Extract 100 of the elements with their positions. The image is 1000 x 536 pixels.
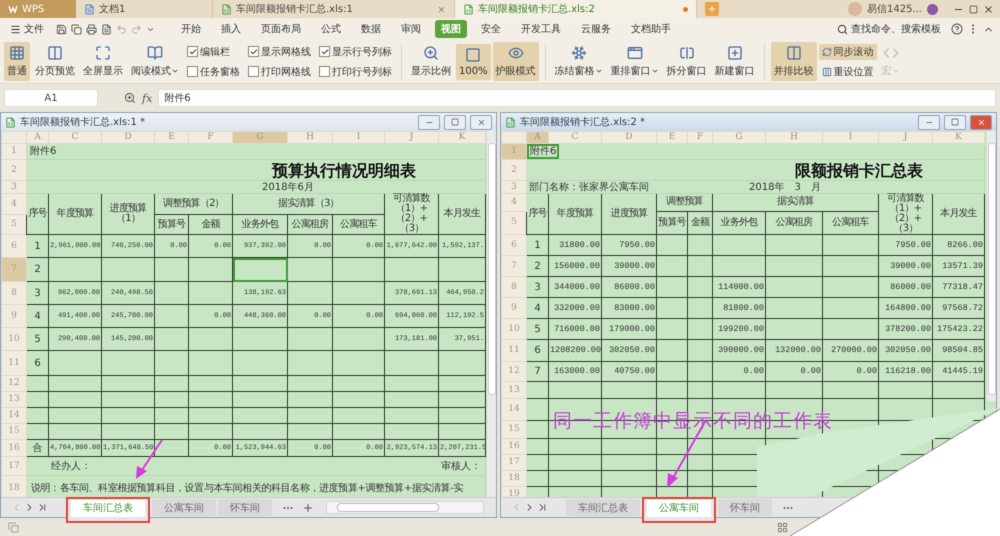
checkbox[interactable]: 显示网格线 [248, 44, 311, 58]
menu-tab[interactable]: 数据 [355, 20, 387, 38]
table-header: 可清算数（1）+（2）+（3） [384, 194, 438, 234]
menu-tab[interactable]: 开发工具 [515, 20, 567, 38]
vertical-scrollbar[interactable] [987, 131, 996, 401]
sheet-tab[interactable]: 公寓车间 [647, 500, 711, 516]
table-cell: 39000.00 [878, 256, 932, 276]
zoom-icon[interactable] [124, 92, 136, 104]
row-header: 18 [502, 470, 526, 486]
view-button[interactable]: 全屏显示 [80, 42, 126, 81]
table-cell: 31800.00 [548, 234, 602, 256]
sheet-tab[interactable]: 车间汇总表 [71, 500, 145, 516]
table-cell: 3 [526, 276, 548, 298]
table-header: 调整预算（2） [154, 194, 232, 215]
menu-tab[interactable]: 安全 [475, 20, 507, 38]
table-cell: 716000.00 [548, 318, 602, 340]
document-icon [84, 4, 95, 14]
menu-tab[interactable]: 页面布局 [255, 20, 307, 38]
table-header: 公寓租房 [766, 211, 822, 234]
tool-button[interactable]: 并排比较 [770, 42, 817, 81]
tool-button[interactable]: 重排窗口 [608, 42, 662, 81]
vertical-scrollbar[interactable] [487, 131, 496, 497]
view-button[interactable]: 普通 [4, 42, 30, 81]
row-header: 2 [502, 160, 526, 180]
checkbox[interactable]: 编辑栏 [187, 44, 240, 58]
menu-tab[interactable]: 云服务 [575, 20, 617, 38]
table-cell: 5 [526, 318, 548, 340]
last-sheet-icon[interactable] [537, 502, 548, 513]
checkbox[interactable]: 打印网格线 [248, 64, 311, 78]
last-sheet-icon[interactable] [37, 502, 48, 513]
preview-icon[interactable] [101, 24, 112, 34]
row-header: 1 [502, 144, 526, 160]
name-box[interactable]: A1 [4, 89, 98, 107]
tool-icon [423, 45, 439, 61]
sheet-tab[interactable]: 公寓车间 [152, 499, 216, 516]
close-button[interactable] [970, 114, 992, 130]
tool-button[interactable]: 新建窗口 [712, 42, 758, 81]
row-header: 17 [2, 456, 26, 476]
tool-button[interactable]: 冻结窗格 [552, 42, 606, 81]
minimize-button[interactable] [918, 114, 940, 130]
view-icon [147, 45, 163, 61]
row-header: 12 [2, 376, 26, 392]
row-header: 8 [2, 282, 26, 304]
close-icon[interactable] [437, 4, 446, 14]
save-icon[interactable] [56, 24, 67, 34]
table-cell: 4 [26, 304, 48, 328]
table-cell: 77318.47 [932, 276, 984, 298]
spreadsheet-icon [505, 116, 516, 128]
tool-button[interactable]: 100% [456, 44, 491, 80]
formula-field[interactable]: 附件6 [158, 89, 996, 107]
sheet-tab[interactable]: 车间汇总表 [566, 499, 640, 516]
menu-tab[interactable]: 文档助手 [625, 20, 677, 38]
horizontal-scrollbar[interactable] [326, 501, 484, 514]
menu-tab[interactable]: 插入 [215, 20, 247, 38]
search-command-link[interactable]: 查找命令、搜索模板 [837, 22, 941, 36]
menu-tab[interactable]: 审阅 [395, 20, 427, 38]
note-text: 说明：各车间、科室根据预算科目，设置与本车间相关的科目名称，进度预算+调整预算+据实清算-实 [30, 483, 463, 494]
table-header: 本月发生 [438, 194, 486, 234]
table-cell: 97568.72 [932, 298, 984, 318]
grid-view-icon[interactable] [777, 522, 788, 532]
close-button[interactable] [470, 114, 492, 130]
add-sheet-icon[interactable] [302, 502, 314, 514]
row-header: 14 [502, 398, 526, 420]
checkbox[interactable]: 任务窗格 [187, 64, 240, 78]
tab-label: 车间限额报销卡汇总.xls:1 [236, 2, 353, 16]
file-menu[interactable]: 文件 [6, 20, 48, 38]
help-icon[interactable] [951, 23, 963, 35]
table-header: 据实清算（3） [232, 194, 384, 215]
sheet-tab[interactable]: 怀车间 [218, 499, 272, 516]
table-cell: 390000.00 [712, 340, 766, 362]
menu-tab[interactable]: 开始 [175, 20, 207, 38]
restore-icon[interactable] [969, 4, 978, 14]
minimize-button[interactable] [418, 114, 440, 130]
sheet-title: 限额报销卡汇总表 [795, 160, 923, 180]
tool-button[interactable]: 显示比例 [408, 42, 454, 81]
restore-button[interactable] [444, 114, 466, 130]
tool-button[interactable]: 护眼模式 [492, 42, 539, 81]
checkbox[interactable]: 打印行号列标 [319, 64, 392, 78]
restore-icon [451, 118, 459, 126]
row-header: 11 [502, 340, 526, 362]
compare-button[interactable]: 重设位置 [818, 64, 877, 80]
tool-button[interactable]: 拆分窗口 [664, 42, 710, 81]
row-header: 5 [2, 214, 26, 234]
view-button[interactable]: 分页预览 [32, 42, 78, 81]
tool-icon [465, 46, 482, 62]
sheet-tab[interactable]: 怀车间 [718, 499, 772, 516]
sheet-title: 预算执行情况明细表 [272, 160, 416, 180]
menu-tab[interactable]: 公式 [315, 20, 347, 38]
function-label[interactable]: fx [142, 92, 152, 104]
window-title: 车间限额报销卡汇总.xls:2 * [520, 116, 645, 129]
app-tab[interactable]: 车间限额报销卡汇总.xls:2 [455, 0, 697, 18]
table-cell: 114000.00 [712, 276, 766, 298]
close-icon[interactable] [983, 4, 994, 14]
table-cell: 0.00 [766, 362, 822, 382]
print-icon[interactable] [86, 24, 97, 34]
restore-button[interactable] [944, 114, 966, 130]
tool-icon [626, 45, 643, 61]
view-button[interactable]: 阅读模式 [128, 42, 182, 81]
compare-button[interactable]: 同步滚动 [818, 44, 877, 60]
checkbox[interactable]: 显示行号列标 [319, 44, 392, 58]
